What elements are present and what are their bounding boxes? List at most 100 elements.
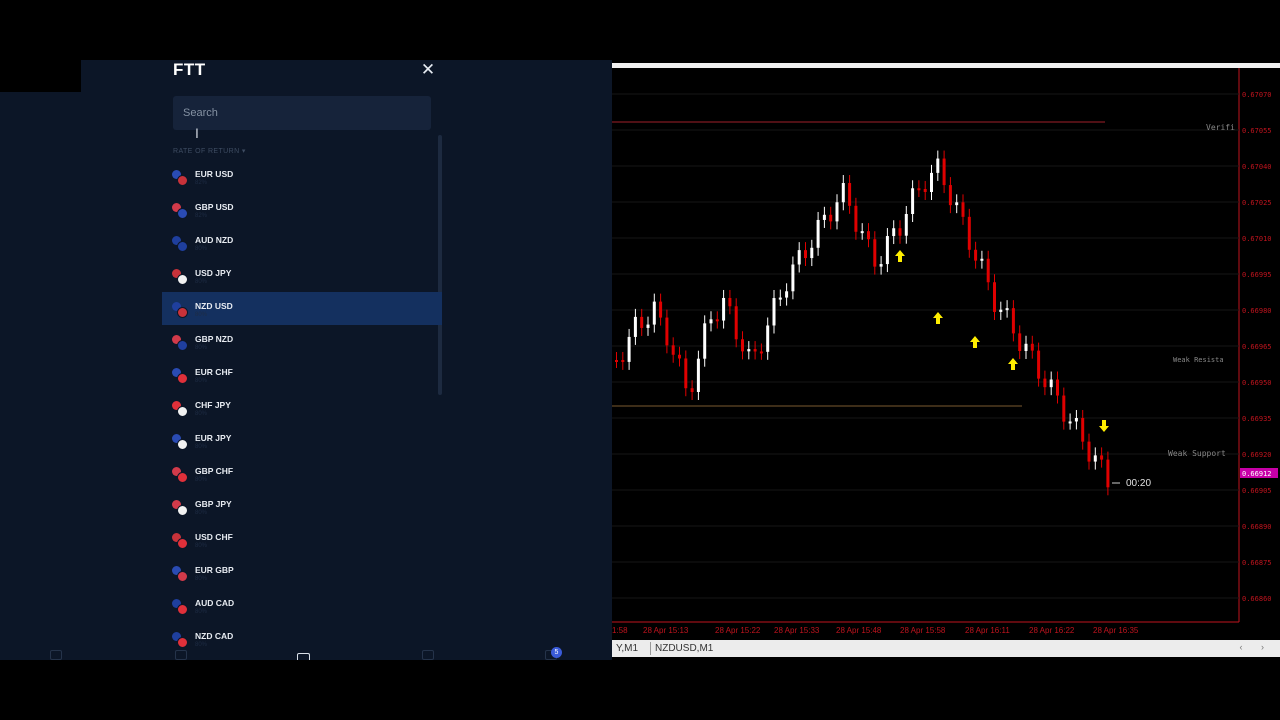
price-label: 0.66905 bbox=[1242, 487, 1272, 495]
time-label: 28 Apr 15:33 bbox=[774, 626, 820, 635]
candle-body bbox=[1106, 459, 1110, 488]
asset-return: 80% bbox=[195, 411, 208, 417]
asset-pair: EUR USD bbox=[195, 169, 234, 179]
candle-body bbox=[816, 219, 820, 248]
asset-return: 82% bbox=[195, 213, 208, 219]
chart-canvas[interactable]: 0.67070 0.67055 0.67040 0.67025 0.67010 0.669… bbox=[612, 60, 1280, 640]
candle-body bbox=[993, 282, 996, 312]
asset-return: 80% bbox=[195, 246, 208, 252]
candle-body bbox=[665, 317, 669, 346]
candle-body bbox=[804, 250, 807, 259]
chart-tab-nzdusd[interactable]: NZDUSD,M1 bbox=[650, 642, 717, 655]
candle-body bbox=[967, 216, 971, 250]
tab-scroll-arrows[interactable]: ‹ › bbox=[1240, 642, 1273, 652]
currency-flag-icon bbox=[172, 401, 188, 417]
asset-item[interactable]: EUR JPY 80% bbox=[162, 424, 442, 457]
asset-pair: EUR CHF bbox=[195, 367, 233, 377]
asset-item[interactable]: EUR GBP 80% bbox=[162, 556, 442, 589]
candle-body bbox=[974, 249, 978, 261]
asset-return: 82% bbox=[195, 180, 208, 186]
candle-body bbox=[917, 188, 921, 191]
asset-item[interactable]: USD JPY 80% bbox=[162, 259, 442, 292]
asset-item[interactable]: GBP NZD 80% bbox=[162, 325, 442, 358]
panel-title: FTT bbox=[173, 60, 206, 79]
price-label: 0.66965 bbox=[1242, 343, 1272, 351]
currency-flag-icon bbox=[172, 269, 188, 285]
candle-body bbox=[627, 336, 631, 362]
asset-item[interactable]: USD CHF 80% bbox=[162, 523, 442, 556]
close-icon[interactable]: ✕ bbox=[420, 61, 436, 79]
asset-pair: EUR JPY bbox=[195, 433, 232, 443]
candle-body bbox=[904, 213, 908, 236]
candle-body bbox=[741, 339, 744, 352]
candle-body bbox=[678, 354, 681, 359]
candle-body bbox=[923, 189, 927, 192]
candle-body bbox=[1037, 350, 1041, 379]
countdown-timer: 00:20 bbox=[1126, 478, 1151, 489]
candle-body bbox=[898, 228, 902, 236]
currency-flag-icon bbox=[172, 632, 188, 648]
nav-trade-icon[interactable] bbox=[297, 653, 310, 660]
asset-item[interactable]: EUR CHF 80% bbox=[162, 358, 442, 391]
candle-body bbox=[646, 324, 650, 328]
candle-body bbox=[734, 306, 738, 340]
asset-item[interactable]: GBP CHF 80% bbox=[162, 457, 442, 490]
candle-body bbox=[829, 214, 833, 222]
currency-flag-icon bbox=[172, 434, 188, 450]
price-label: 0.66950 bbox=[1242, 379, 1272, 387]
sort-dropdown[interactable]: RATE OF RETURN ▾ bbox=[173, 147, 246, 155]
currency-flag-icon bbox=[172, 368, 188, 384]
price-label: 0.66980 bbox=[1242, 307, 1272, 315]
asset-item[interactable]: GBP USD 82% bbox=[162, 193, 442, 226]
asset-pair: AUD NZD bbox=[195, 235, 234, 245]
candle-body bbox=[1018, 333, 1022, 351]
asset-item[interactable]: CHF JPY 80% bbox=[162, 391, 442, 424]
candle-body bbox=[999, 309, 1003, 312]
asset-return: 80% bbox=[195, 444, 208, 450]
search-input[interactable] bbox=[173, 96, 431, 130]
candle-body bbox=[785, 291, 789, 298]
asset-item[interactable]: GBP JPY 80% bbox=[162, 490, 442, 523]
asset-return: 80% bbox=[195, 576, 208, 582]
candle-body bbox=[930, 172, 933, 192]
asset-pair: AUD CAD bbox=[195, 598, 235, 608]
asset-item[interactable]: EUR USD 82% bbox=[162, 160, 442, 193]
price-label: 0.66875 bbox=[1242, 559, 1272, 567]
candle-body bbox=[621, 360, 625, 362]
candle-body bbox=[911, 188, 915, 214]
asset-item[interactable]: AUD NZD 80% bbox=[162, 226, 442, 259]
asset-pair: GBP NZD bbox=[195, 334, 234, 344]
candle-body bbox=[703, 323, 707, 359]
currency-flag-icon bbox=[172, 467, 188, 483]
price-label: 0.66920 bbox=[1242, 451, 1272, 459]
candle-body bbox=[841, 183, 845, 203]
currency-flag-icon bbox=[172, 533, 188, 549]
candle-body bbox=[1056, 379, 1059, 396]
nav-icon-2[interactable] bbox=[175, 650, 187, 660]
nav-icon-1[interactable] bbox=[50, 650, 62, 660]
candle-body bbox=[848, 183, 852, 206]
asset-item[interactable]: NZD USD 80% bbox=[162, 292, 442, 325]
currency-flag-icon bbox=[172, 335, 188, 351]
price-chart[interactable]: 0.67070 0.67055 0.67040 0.67025 0.67010 0.669… bbox=[612, 60, 1280, 660]
asset-pair: EUR GBP bbox=[195, 565, 234, 575]
nav-icon-4[interactable] bbox=[422, 650, 434, 660]
chart-tab-1[interactable]: Y,M1 bbox=[612, 642, 642, 655]
candle-body bbox=[885, 236, 889, 265]
asset-item[interactable]: AUD CAD 80% bbox=[162, 589, 442, 622]
sort-label: RATE OF RETURN bbox=[173, 148, 240, 155]
candle-body bbox=[753, 349, 757, 352]
buy-arrow-icon bbox=[895, 250, 905, 262]
price-label: 0.67010 bbox=[1242, 235, 1272, 243]
currency-flag-icon bbox=[172, 500, 188, 516]
asset-return: 80% bbox=[195, 642, 208, 648]
candle-body bbox=[1030, 343, 1034, 351]
candle-body bbox=[671, 345, 675, 355]
price-label: 0.66860 bbox=[1242, 595, 1272, 603]
candle-body bbox=[1011, 308, 1015, 334]
time-label: 28 Apr 15:13 bbox=[643, 626, 689, 635]
asset-return: 80% bbox=[195, 477, 208, 483]
price-label: 0.66995 bbox=[1242, 271, 1272, 279]
asset-return: 80% bbox=[195, 378, 208, 384]
sell-arrow-icon bbox=[1099, 420, 1109, 432]
